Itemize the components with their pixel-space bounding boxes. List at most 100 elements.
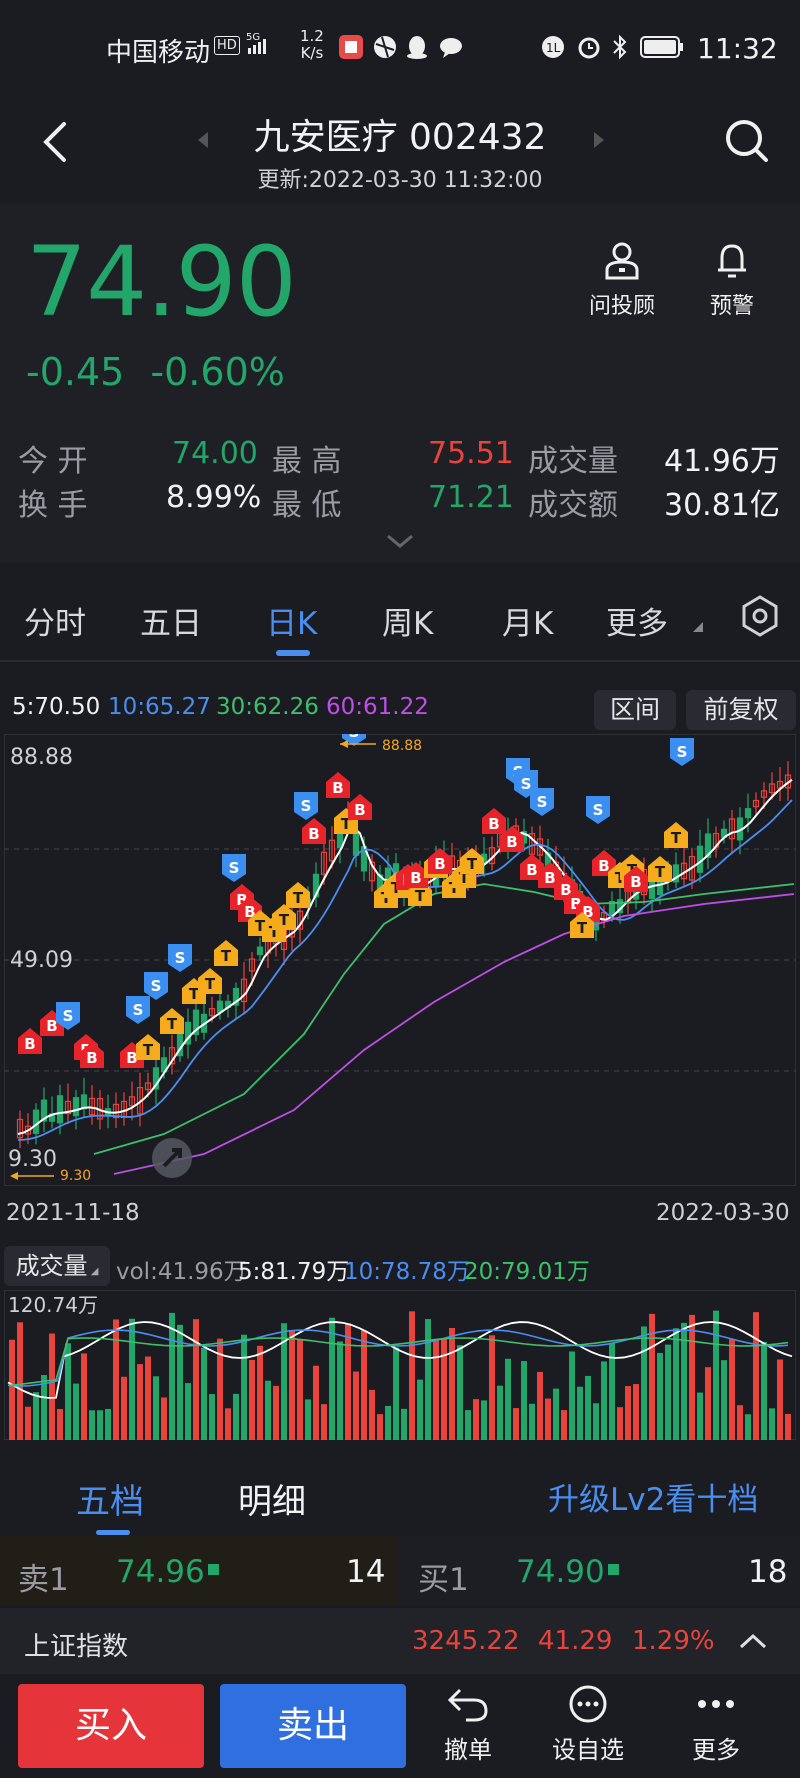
network-speed: 1.2 K/s <box>300 28 324 62</box>
axis-min-label: 9.30 <box>8 1147 57 1172</box>
advisor-button[interactable]: 问投顾 <box>572 240 672 320</box>
active-tab-indicator <box>276 650 310 656</box>
volume-bar <box>409 1311 415 1440</box>
volume-bar <box>697 1392 703 1440</box>
volume-bar <box>345 1323 351 1440</box>
cancel-order-button[interactable]: 撤单 <box>418 1684 518 1765</box>
collapse-icon[interactable] <box>152 1138 192 1178</box>
watchlist-button[interactable]: 设自选 <box>538 1684 638 1765</box>
sell-button[interactable]: 卖出 <box>220 1684 406 1768</box>
expand-chevron-icon[interactable] <box>386 534 414 554</box>
index-ticker[interactable]: 上证指数 3245.22 41.29 1.29% <box>0 1608 800 1674</box>
volume-bar <box>777 1359 783 1440</box>
svg-text:S: S <box>593 801 604 819</box>
volume-bar <box>185 1383 191 1440</box>
high-value: 75.51 <box>428 436 514 471</box>
sell1-price: 74.96 <box>116 1554 205 1590</box>
ma10-value: 10:65.27 <box>108 694 211 720</box>
clock-time: 11:32 <box>697 32 778 65</box>
advisor-icon <box>605 242 639 280</box>
volume-bar <box>425 1319 431 1440</box>
chevron-up-icon[interactable] <box>738 1628 768 1658</box>
volume-bar <box>553 1388 559 1440</box>
buy1-label: 买1 <box>418 1562 469 1598</box>
settings-icon[interactable] <box>738 594 782 642</box>
volume-bar <box>73 1383 79 1440</box>
volume-selector[interactable]: 成交量 ◢ <box>4 1246 110 1286</box>
svg-text:S: S <box>521 775 532 793</box>
svg-text:T: T <box>205 975 216 993</box>
search-icon[interactable] <box>722 116 772 166</box>
svg-text:B: B <box>308 825 319 843</box>
tab-detail[interactable]: 明细 <box>238 1474 306 1523</box>
volume-chart[interactable]: 120.74万 <box>4 1290 796 1440</box>
svg-text:T: T <box>293 889 304 907</box>
volume-bar <box>497 1385 503 1440</box>
svg-text:B: B <box>526 861 537 879</box>
svg-text:B: B <box>354 801 365 819</box>
stock-header: 九安医疗 002432 更新:2022-03-30 11:32:00 <box>0 96 800 204</box>
svg-text:T: T <box>655 863 666 881</box>
volume-bar <box>529 1403 535 1440</box>
volume-bar <box>377 1414 383 1440</box>
bell-icon <box>718 244 746 278</box>
kline-chart[interactable]: BBSBBBTSTSSTTTSBBTTTTSBBSTBTTBTBTBTTTBSB… <box>4 734 796 1186</box>
alert-button[interactable]: 预警 <box>682 240 782 320</box>
volume-bar <box>49 1333 55 1440</box>
volume-selector-label: 成交量 <box>15 1252 88 1280</box>
volume-bar <box>249 1359 255 1440</box>
volume-bar <box>57 1408 63 1440</box>
volume-bar <box>17 1322 23 1440</box>
index-name: 上证指数 <box>24 1632 129 1662</box>
volume-bar <box>633 1384 639 1440</box>
watchlist-label: 设自选 <box>552 1736 624 1764</box>
bottom-action-bar: 买入 卖出 撤单 设自选 更多 <box>0 1674 800 1778</box>
svg-text:T: T <box>467 855 478 873</box>
update-time: 更新:2022-03-30 11:32:00 <box>257 168 543 193</box>
hd-icon: HD <box>214 36 240 55</box>
volume-bar <box>569 1351 575 1440</box>
change-value: -0.45 <box>26 350 125 394</box>
svg-text:T: T <box>415 887 426 905</box>
tab-five-day[interactable]: 五日 <box>140 598 202 643</box>
volume-bar <box>753 1312 759 1440</box>
adjust-button[interactable]: 前复权 <box>686 690 796 730</box>
tab-more[interactable]: 更多 <box>606 598 668 643</box>
more-button[interactable]: 更多 <box>666 1684 766 1765</box>
tab-intraday[interactable]: 分时 <box>24 598 86 643</box>
tab-monthly-k[interactable]: 月K <box>502 598 553 643</box>
volume-bar <box>401 1408 407 1440</box>
index-value: 3245.22 <box>412 1626 520 1656</box>
volume-bar <box>65 1343 71 1440</box>
volume-bar <box>625 1386 631 1440</box>
vol-value: vol:41.96万 <box>116 1259 247 1285</box>
high-label: 最 高 <box>272 444 342 479</box>
ma5-value: 5:70.50 <box>12 694 101 720</box>
volume-bar <box>737 1405 743 1440</box>
range-button[interactable]: 区间 <box>594 690 676 730</box>
svg-text:B: B <box>506 833 517 851</box>
index-change: 41.29 <box>538 1626 613 1656</box>
volume-bar <box>689 1314 695 1440</box>
tab-weekly-k[interactable]: 周K <box>382 598 433 643</box>
volume-bar <box>705 1367 711 1440</box>
open-value: 74.00 <box>172 436 258 471</box>
volume-bar <box>313 1365 319 1440</box>
buy-button[interactable]: 买入 <box>18 1684 204 1768</box>
nfc-icon: 1L <box>540 34 566 60</box>
tab-daily-k[interactable]: 日K <box>266 598 317 643</box>
volume-bar <box>457 1345 463 1440</box>
volume-bar <box>473 1399 479 1440</box>
svg-text:T: T <box>221 947 232 965</box>
volume-bar <box>665 1344 671 1440</box>
upgrade-lv2-link[interactable]: 升级Lv2看十档 <box>548 1474 758 1519</box>
next-stock-icon[interactable] <box>592 130 606 154</box>
volume-bar <box>137 1364 143 1440</box>
svg-text:S: S <box>349 734 360 741</box>
alarm-icon <box>576 34 602 60</box>
tab-five-level[interactable]: 五档 <box>76 1474 144 1523</box>
volume-bar <box>33 1392 39 1440</box>
axis-max-label: 88.88 <box>10 745 73 770</box>
volume-value: 41.96万 <box>664 444 780 479</box>
volume-bar <box>241 1334 247 1440</box>
